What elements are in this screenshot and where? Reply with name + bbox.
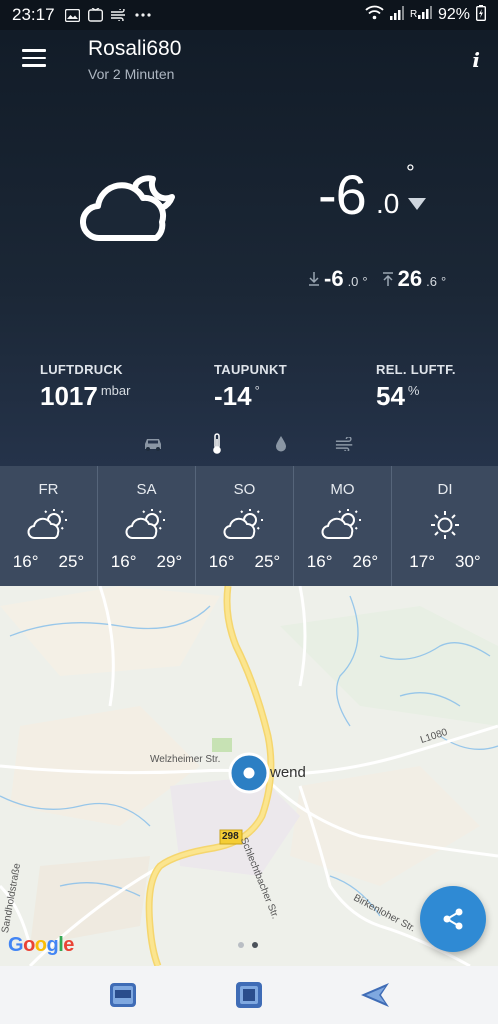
- trend-down-icon: [408, 198, 426, 210]
- drop-icon[interactable]: [271, 434, 291, 454]
- car-icon[interactable]: [143, 434, 163, 454]
- metric-value: -14: [214, 381, 252, 411]
- google-logo: Google: [8, 934, 74, 956]
- day-min: 16°: [306, 552, 333, 571]
- battery-label: 92%: [437, 6, 470, 23]
- metric-pressure: LUFTDRUCK 1017 mbar: [40, 362, 130, 412]
- wifi-icon: [365, 5, 384, 25]
- more-icon: [134, 13, 151, 17]
- max-temp-degree: °: [440, 274, 447, 289]
- page-indicator: [238, 942, 258, 948]
- day-min: 16°: [208, 552, 235, 571]
- map-label-street: Welzheimer Str.: [150, 754, 221, 765]
- day-name: FR: [38, 481, 59, 498]
- signal-icon: [389, 5, 404, 25]
- last-updated: Vor 2 Minuten: [88, 66, 175, 82]
- day-name: SA: [136, 481, 157, 498]
- wind-icon[interactable]: [335, 434, 355, 454]
- status-bar: 23:17 R 92%: [0, 0, 498, 30]
- metric-label: TAUPUNKT: [214, 362, 287, 377]
- tv-icon: [87, 8, 103, 22]
- current-temperature: -6 .0 °: [318, 160, 488, 232]
- min-temp-decimal: .0: [347, 274, 359, 289]
- station-name: Rosali680: [88, 37, 182, 60]
- min-arrow-icon: [308, 272, 320, 289]
- forecast-day[interactable]: FR 16° 25°: [0, 466, 98, 586]
- status-time: 23:17: [12, 5, 55, 24]
- partly-cloudy-sun-icon: [321, 509, 361, 539]
- svg-text:R: R: [410, 9, 417, 20]
- info-icon[interactable]: i: [472, 48, 480, 72]
- weather-panel: Rosali680 Vor 2 Minuten i -6 .0 ° -6.0 ° …: [0, 30, 498, 466]
- map-label-road-number: 298: [222, 831, 239, 842]
- metric-label: LUFTDRUCK: [40, 362, 123, 377]
- metric-humidity: REL. LUFTF. 54%: [376, 362, 456, 412]
- page-dot: [238, 942, 244, 948]
- system-nav-bar: [0, 966, 498, 1024]
- temp-integer: -6: [318, 163, 367, 226]
- metric-label: REL. LUFTF.: [376, 362, 456, 377]
- share-icon: [443, 908, 463, 930]
- metric-value: 54: [376, 381, 405, 411]
- day-name: DI: [437, 481, 453, 498]
- day-min: 17°: [409, 552, 435, 571]
- temp-decimal: .0: [376, 188, 400, 219]
- thermometer-icon[interactable]: [207, 433, 227, 454]
- partly-cloudy-night-icon: [80, 175, 175, 242]
- metric-unit: °: [254, 383, 260, 398]
- signal2-icon: R: [410, 5, 432, 25]
- max-arrow-icon: [382, 272, 394, 289]
- sensor-tabs: [0, 433, 498, 454]
- day-name: MO: [330, 481, 355, 498]
- min-temp: -6: [324, 266, 344, 291]
- forecast-day[interactable]: DI 17° 30°: [392, 466, 498, 586]
- day-max: 25°: [58, 552, 85, 571]
- temp-degree: °: [406, 160, 415, 185]
- back-icon: [361, 983, 389, 1007]
- home-icon: [236, 982, 262, 1008]
- day-min: 16°: [110, 552, 137, 571]
- recents-icon: [110, 983, 136, 1007]
- share-button[interactable]: [420, 886, 486, 952]
- max-temp: 26: [397, 266, 423, 291]
- wind-icon: [110, 9, 127, 21]
- day-max: 30°: [455, 552, 481, 571]
- map-view[interactable]: Welzheimer Str. wend 298 Schlechtbacher …: [0, 586, 498, 966]
- page-dot-active: [252, 942, 258, 948]
- recent-apps-button[interactable]: [105, 977, 141, 1013]
- forecast-day[interactable]: MO 16° 26°: [294, 466, 392, 586]
- metric-unit: mbar: [100, 383, 131, 398]
- map-label-town: wend: [270, 764, 306, 781]
- forecast-strip: FR 16° 25° SA 16° 29° SO 16° 25° MO 16° 26° …: [0, 466, 498, 586]
- partly-cloudy-sun-icon: [223, 509, 263, 539]
- hamburger-menu-icon[interactable]: [22, 49, 46, 67]
- forecast-day[interactable]: SO 16° 25°: [196, 466, 294, 586]
- min-max-temperature: -6.0 ° 26.6 °: [308, 266, 446, 292]
- day-max: 26°: [352, 552, 379, 571]
- home-button[interactable]: [231, 977, 267, 1013]
- day-max: 29°: [156, 552, 183, 571]
- metric-value: 1017: [40, 381, 98, 411]
- max-temp-decimal: .6: [426, 274, 437, 289]
- day-min: 16°: [12, 552, 39, 571]
- battery-icon: [475, 4, 487, 26]
- min-temp-degree: °: [362, 274, 368, 289]
- metric-unit: %: [407, 383, 420, 398]
- back-button[interactable]: [357, 977, 393, 1013]
- image-icon: [64, 8, 80, 22]
- partly-cloudy-sun-icon: [27, 509, 67, 539]
- day-max: 25°: [254, 552, 281, 571]
- forecast-day[interactable]: SA 16° 29°: [98, 466, 196, 586]
- day-name: SO: [233, 481, 256, 498]
- metric-dewpoint: TAUPUNKT -14 °: [214, 362, 287, 412]
- sun-icon: [431, 511, 459, 539]
- partly-cloudy-sun-icon: [125, 509, 165, 539]
